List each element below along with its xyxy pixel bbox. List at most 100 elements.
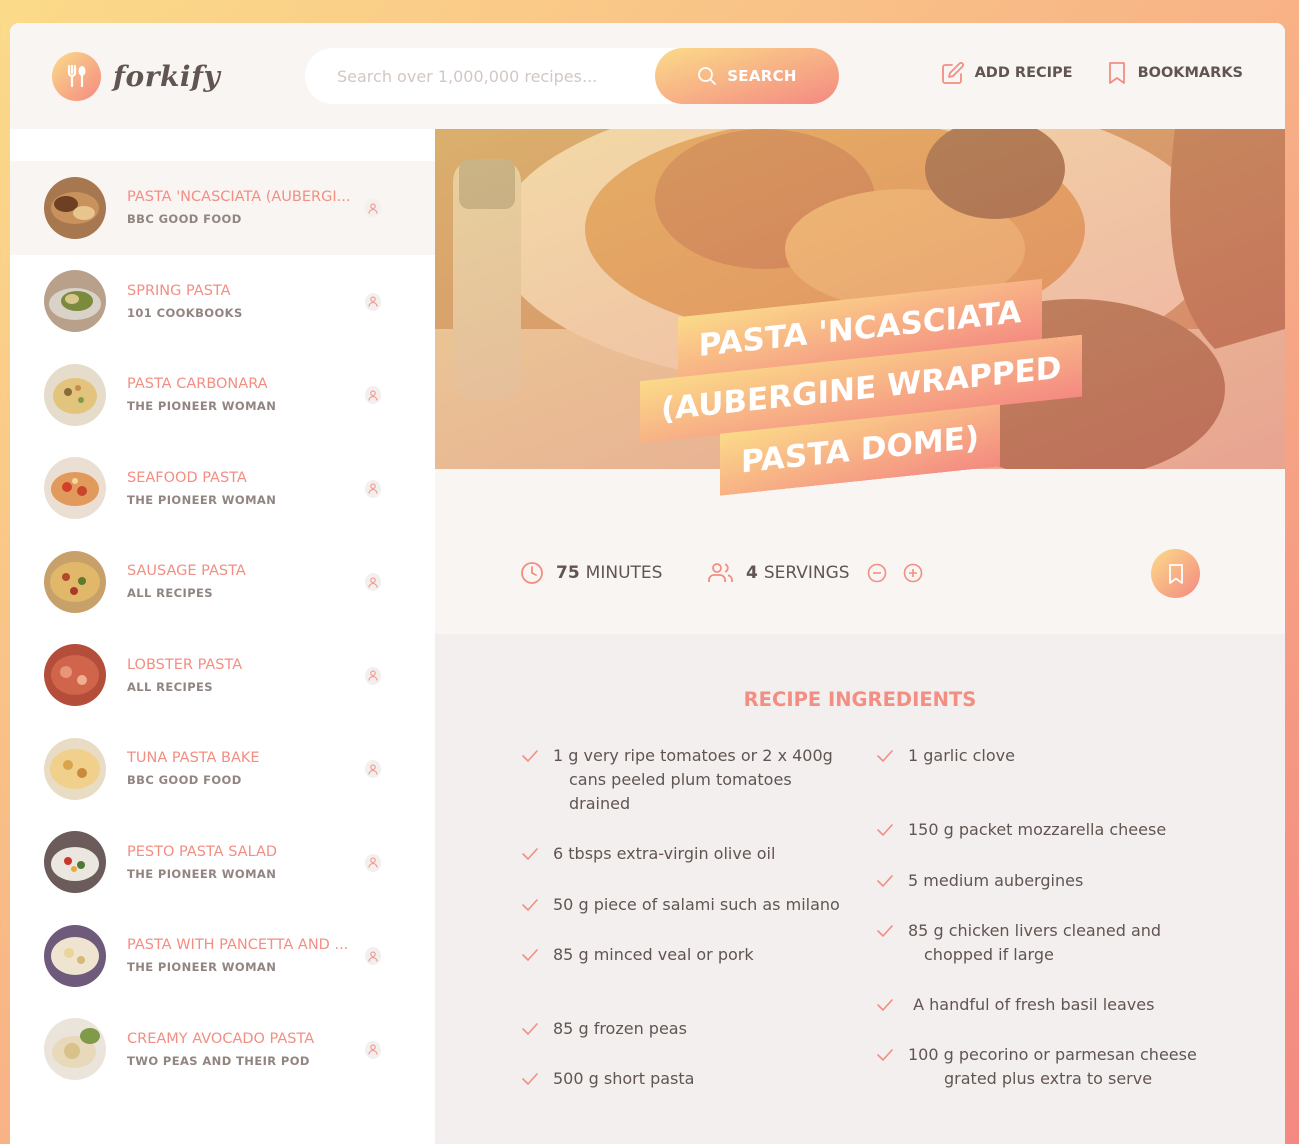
- check-icon: [877, 875, 893, 888]
- decrease-servings-button[interactable]: [867, 563, 899, 583]
- result-title: PESTO PASTA SALAD: [127, 843, 278, 860]
- ingredients-list-left: 1 g very ripe tomatoes or 2 x 400g cans …: [521, 744, 851, 1091]
- check-icon: [522, 1023, 538, 1036]
- user-generated-icon: [365, 573, 381, 591]
- user-generated-icon: [365, 666, 381, 685]
- ingredient-item: 50 g piece of salami such as milano: [521, 893, 851, 917]
- result-item[interactable]: PASTA WITH PANCETTA AND ... THE PIONEER …: [10, 909, 435, 1003]
- plus-circle-icon: [903, 563, 922, 583]
- ingredients-heading: RECIPE INGREDIENTS: [743, 688, 977, 711]
- result-title: PASTA 'NCASCIATA (AUBERGI...: [127, 189, 351, 206]
- result-publisher: THE PIONEER WOMAN: [127, 492, 277, 507]
- bookmark-icon: [1168, 563, 1183, 584]
- check-icon: [522, 899, 538, 912]
- ingredient-text: 150 g packet mozzarella cheese: [908, 820, 1167, 839]
- result-publisher: TWO PEAS AND THEIR POD: [127, 1053, 310, 1068]
- fork-spoon-icon: [52, 51, 101, 101]
- search-input[interactable]: [337, 66, 667, 86]
- search-results: PASTA 'NCASCIATA (AUBERGI... BBC GOOD FO…: [10, 129, 435, 1144]
- minutes-value: 75: [556, 563, 580, 583]
- user-generated-icon: [365, 479, 381, 498]
- add-recipe-button[interactable]: ADD RECIPE: [941, 61, 1073, 85]
- ingredient-item: 150 g packet mozzarella cheese: [876, 818, 1206, 842]
- main-nav: ADD RECIPE BOOKMARKS: [941, 61, 1243, 85]
- servings-label: SERVINGS: [763, 563, 850, 583]
- ingredient-item: 5 medium aubergines: [876, 869, 1206, 893]
- user-generated-icon: [365, 292, 381, 311]
- recipe-thumbnail: [44, 644, 106, 707]
- result-item[interactable]: SPRING PASTA 101 COOKBOOKS: [10, 255, 435, 349]
- ingredient-text: 85 g frozen peas: [553, 1019, 687, 1038]
- bookmarks-button[interactable]: BOOKMARKS: [1106, 61, 1243, 85]
- result-publisher: BBC GOOD FOOD: [127, 773, 242, 788]
- ingredient-item: 85 g frozen peas: [521, 1017, 851, 1041]
- ingredient-text: 85 g chicken livers cleaned and: [908, 921, 1162, 940]
- ingredient-text-cont: cans peeled plum tomatoes drained: [569, 770, 792, 813]
- check-icon: [877, 750, 893, 763]
- recipe-thumbnail: [44, 550, 106, 613]
- user-generated-icon: [365, 853, 381, 872]
- ingredients-list-right: 1 garlic clove 150 g packet mozzarella c…: [876, 744, 1206, 1091]
- user-generated-icon: [365, 760, 381, 778]
- result-publisher: THE PIONEER WOMAN: [127, 866, 277, 881]
- bookmark-recipe-button[interactable]: [1151, 549, 1200, 598]
- ingredient-item: A handful of fresh basil leaves: [876, 993, 1206, 1017]
- result-item[interactable]: CREAMY AVOCADO PASTA TWO PEAS AND THEIR …: [10, 1003, 435, 1097]
- recipe-thumbnail: [44, 176, 106, 239]
- recipe-time: 75 MINUTES: [520, 561, 662, 585]
- logo[interactable]: forkify: [52, 51, 220, 101]
- user-generated-icon: [365, 1040, 381, 1059]
- edit-icon: [941, 62, 964, 84]
- recipe-servings: 4 SERVINGS: [707, 561, 939, 585]
- result-item[interactable]: PASTA CARBONARA THE PIONEER WOMAN: [10, 348, 435, 442]
- search-button[interactable]: SEARCH: [655, 48, 839, 104]
- minutes-label: MINUTES: [585, 563, 663, 583]
- search-icon: [698, 67, 717, 85]
- ingredient-text: 5 medium aubergines: [908, 871, 1084, 890]
- ingredient-text-cont: grated plus extra to serve: [944, 1069, 1153, 1088]
- search-form: SEARCH: [305, 48, 839, 104]
- check-icon: [522, 1073, 538, 1086]
- increase-servings-button[interactable]: [903, 563, 935, 583]
- ingredient-text: 500 g short pasta: [553, 1069, 695, 1088]
- ingredient-text: 85 g minced veal or pork: [553, 945, 754, 964]
- results-list: PASTA 'NCASCIATA (AUBERGI... BBC GOOD FO…: [10, 129, 435, 1096]
- users-icon: [708, 563, 733, 582]
- result-item[interactable]: SAUSAGE PASTA ALL RECIPES: [10, 535, 435, 629]
- result-title: SEAFOOD PASTA: [127, 469, 247, 486]
- ingredient-text-cont: chopped if large: [924, 945, 1054, 964]
- result-item[interactable]: TUNA PASTA BAKE BBC GOOD FOOD: [10, 722, 435, 816]
- result-publisher: ALL RECIPES: [127, 679, 213, 694]
- recipe-figure: PASTA 'NCASCIATA (AUBERGINE WRAPPED PAST…: [435, 129, 1285, 496]
- result-publisher: ALL RECIPES: [127, 586, 213, 601]
- recipe-ingredients: RECIPE INGREDIENTS 1 g very ripe tomatoe…: [435, 634, 1285, 1144]
- ingredient-text: 6 tbsps extra-virgin olive oil: [553, 844, 776, 863]
- ingredient-item: 100 g pecorino or parmesan cheese grated…: [876, 1043, 1206, 1091]
- result-item[interactable]: LOBSTER PASTA ALL RECIPES: [10, 629, 435, 723]
- result-item[interactable]: PASTA 'NCASCIATA (AUBERGI... BBC GOOD FO…: [10, 161, 435, 255]
- ingredient-text: 1 g very ripe tomatoes or 2 x 400g: [553, 746, 833, 765]
- ingredient-item: 500 g short pasta: [521, 1067, 851, 1091]
- result-title: SPRING PASTA: [127, 282, 231, 299]
- result-item[interactable]: SEAFOOD PASTA THE PIONEER WOMAN: [10, 442, 435, 536]
- result-title: SAUSAGE PASTA: [127, 563, 246, 580]
- recipe-thumbnail: [44, 737, 106, 800]
- ingredient-text: 1 garlic clove: [908, 746, 1015, 765]
- result-item[interactable]: PESTO PASTA SALAD THE PIONEER WOMAN: [10, 816, 435, 910]
- ingredient-text: A handful of fresh basil leaves: [908, 995, 1155, 1014]
- check-icon: [877, 824, 893, 837]
- check-icon: [877, 999, 893, 1012]
- check-icon: [522, 949, 538, 962]
- recipe-thumbnail: [44, 363, 106, 426]
- recipe-thumbnail: [44, 924, 106, 987]
- result-title: TUNA PASTA BAKE: [127, 750, 260, 767]
- clock-icon: [521, 562, 543, 584]
- logo-text: forkify: [113, 59, 221, 93]
- check-icon: [877, 925, 893, 938]
- check-icon: [522, 848, 538, 861]
- app-container: forkify SEARCH ADD RECIPE: [10, 23, 1285, 1144]
- check-icon: [522, 750, 538, 763]
- recipe-thumbnail: [44, 457, 106, 520]
- result-publisher: 101 COOKBOOKS: [127, 305, 243, 320]
- add-recipe-label: ADD RECIPE: [974, 65, 1073, 81]
